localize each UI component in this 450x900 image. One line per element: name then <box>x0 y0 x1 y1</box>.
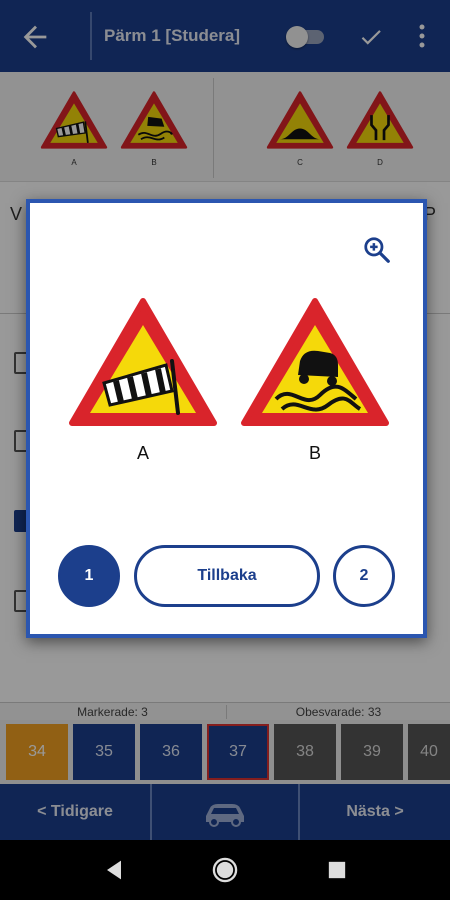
system-home-icon[interactable] <box>211 856 239 884</box>
sign-label-b: B <box>308 443 321 463</box>
slippery-road-sign-icon <box>241 298 389 426</box>
page-2-button[interactable]: 2 <box>333 545 395 607</box>
system-navigation-bar <box>0 840 450 900</box>
page-1-button[interactable]: 1 <box>58 545 120 607</box>
sign-zoom-dialog: A B 1 Tillbaka 2 <box>26 199 427 638</box>
zoom-in-icon[interactable] <box>362 235 392 265</box>
crosswind-sign-icon <box>69 298 217 426</box>
sign-label-a: A <box>136 443 149 463</box>
system-recents-icon[interactable] <box>323 856 351 884</box>
system-back-icon[interactable] <box>100 856 128 884</box>
back-button[interactable]: Tillbaka <box>134 545 320 607</box>
